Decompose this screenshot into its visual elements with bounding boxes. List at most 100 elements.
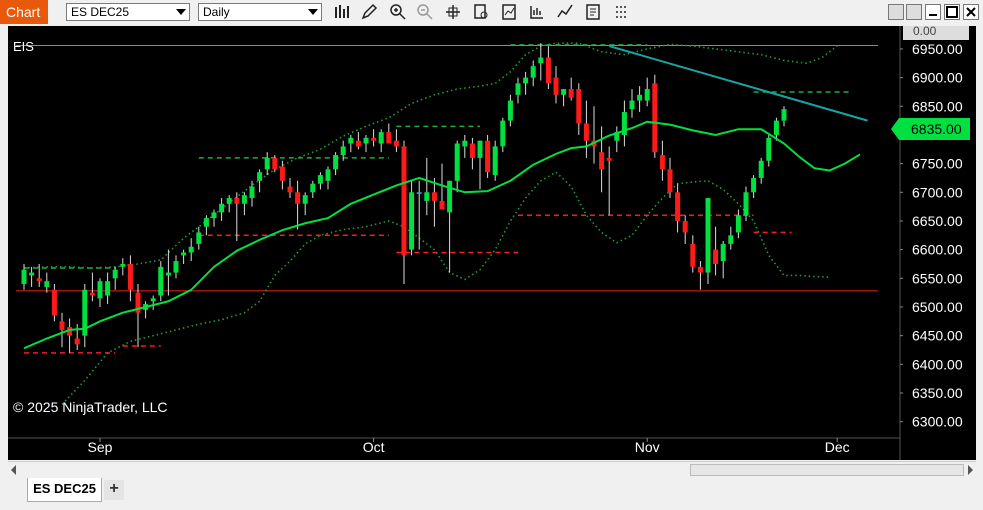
candle-body	[469, 143, 475, 158]
bar-chart-icon[interactable]	[333, 3, 351, 21]
candle-body	[690, 243, 696, 267]
trend-icon[interactable]	[556, 3, 574, 21]
candle-body	[424, 192, 430, 201]
crosshair-icon[interactable]	[444, 3, 462, 21]
horizontal-scrollbar[interactable]	[8, 461, 976, 477]
candle-body	[333, 155, 339, 170]
y-tick-label: 6650.00	[912, 213, 963, 229]
candle-body	[735, 215, 741, 233]
candle-body	[21, 269, 27, 285]
candle-body	[705, 198, 711, 273]
more-icon[interactable]	[612, 3, 630, 21]
candle-body	[667, 169, 673, 193]
candle-body	[59, 321, 65, 330]
candle-body	[447, 180, 453, 213]
y-tick-label: 6450.00	[912, 328, 963, 344]
candle-body	[386, 132, 392, 144]
chevron-down-icon	[308, 9, 318, 15]
candle-body	[492, 146, 498, 176]
candle-body	[203, 218, 209, 227]
candle-body	[485, 140, 491, 173]
candle-body	[568, 89, 574, 98]
candle-body	[29, 272, 35, 276]
y-tick-label: 6350.00	[912, 385, 963, 401]
candle-body	[234, 198, 240, 204]
candle-body	[462, 140, 468, 147]
candle-body	[477, 140, 483, 158]
y-tick-label: 6500.00	[912, 299, 963, 315]
chart-tab-label[interactable]: Chart	[0, 0, 48, 24]
candle-body	[720, 243, 726, 262]
y-tick-label: 6550.00	[912, 270, 963, 286]
candle-body	[264, 157, 270, 170]
candle-body	[158, 266, 164, 296]
candle-body	[439, 200, 445, 210]
y-tick-label: 6600.00	[912, 242, 963, 258]
close-icon[interactable]	[963, 4, 979, 20]
candle-body	[538, 57, 544, 64]
candle-body	[675, 192, 681, 221]
candle-body	[112, 269, 118, 279]
price-chart[interactable]: 6950.006900.006850.006800.006750.006700.…	[8, 26, 976, 460]
candle-body	[120, 263, 126, 267]
maximize-icon[interactable]	[925, 4, 941, 20]
data-box-icon[interactable]	[472, 3, 490, 21]
candle-body	[257, 172, 263, 181]
candle-body	[523, 77, 529, 84]
zoom-in-icon[interactable]	[389, 3, 407, 21]
sma-line	[23, 120, 861, 350]
candle-body	[295, 192, 301, 204]
candle-body	[576, 89, 582, 124]
tab-es-dec25[interactable]: ES DEC25	[27, 478, 102, 502]
candle-body	[697, 266, 703, 273]
scroll-thumb[interactable]	[690, 464, 964, 476]
instrument-selector[interactable]: ES DEC25	[66, 3, 190, 21]
candle-body	[758, 160, 764, 178]
indicators-icon[interactable]	[500, 3, 518, 21]
candle-body	[340, 146, 346, 156]
strategies-icon[interactable]	[528, 3, 546, 21]
restore-icon[interactable]	[888, 4, 904, 20]
candle-body	[416, 192, 422, 194]
candle-body	[545, 57, 551, 84]
lower-band-line	[61, 171, 830, 406]
candle-body	[553, 77, 559, 95]
maximize-window-icon[interactable]	[944, 4, 960, 20]
candle-body	[401, 146, 407, 256]
chart-panel[interactable]: 6950.006900.006850.006800.006750.006700.…	[8, 26, 976, 460]
interval-selector[interactable]: Daily	[198, 3, 322, 21]
trendline	[608, 45, 868, 122]
y-tick-label: 6400.00	[912, 356, 963, 372]
candle-body	[211, 212, 217, 219]
instrument-value: ES DEC25	[71, 5, 130, 19]
toolbar: Chart ES DEC25 Daily	[0, 0, 983, 25]
candle-body	[515, 83, 521, 95]
x-tick-label: Dec	[825, 439, 850, 455]
minimize-icon[interactable]	[906, 4, 922, 20]
last-price-marker: 6835.00	[891, 118, 970, 140]
zoom-out-icon[interactable]	[416, 3, 434, 21]
candle-body	[606, 157, 612, 161]
x-tick-label: Nov	[635, 439, 660, 455]
candle-body	[599, 152, 605, 170]
chart-window: Chart ES DEC25 Daily 6950.00 6900.00 6850.…	[0, 0, 983, 510]
candle-body	[583, 123, 589, 141]
candle-body	[287, 186, 293, 193]
candle-body	[378, 132, 384, 144]
scroll-left-icon[interactable]	[11, 465, 16, 475]
y-tick-label: 6900.00	[912, 70, 963, 86]
tab-bar: ES DEC25 +	[0, 478, 983, 510]
scroll-right-icon[interactable]	[968, 465, 973, 475]
y-tick-label: 6300.00	[912, 414, 963, 430]
candle-body	[51, 289, 57, 316]
candle-body	[348, 137, 354, 144]
add-tab-button[interactable]: +	[104, 480, 124, 500]
candle-body	[659, 155, 665, 170]
candle-body	[652, 83, 658, 153]
properties-icon[interactable]	[584, 3, 602, 21]
candle-body	[196, 232, 202, 244]
pencil-icon[interactable]	[360, 3, 378, 21]
candle-body	[188, 246, 194, 253]
candle-body	[682, 220, 688, 233]
candle-body	[74, 338, 80, 345]
